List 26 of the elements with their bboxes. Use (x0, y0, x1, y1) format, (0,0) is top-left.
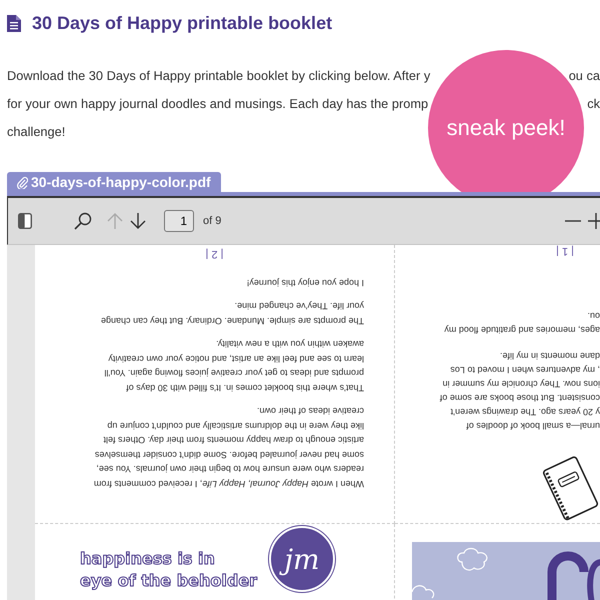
page-number: | 2 | (206, 248, 224, 260)
zoom-in-icon[interactable] (588, 213, 600, 229)
down-arrow-icon[interactable] (129, 212, 147, 230)
heading-link[interactable]: 30 Days of Happy printable booklet (32, 12, 332, 34)
page-number: | 1 | (556, 245, 574, 257)
cover-title-text: eye of the beholder (80, 570, 258, 592)
page-paragraph: urnal—a small book of doodles of y 20 years ago. The drawings weren’t consistent. But those books are some of ions now. They chronicle my summer in , my adventures when I moved to Los dane moments in my life. (438, 350, 600, 433)
page-number-field[interactable]: 1 (164, 210, 194, 232)
document-icon (7, 14, 21, 32)
cover-title-text: happiness is in (80, 548, 215, 570)
logo-badge: jm (269, 526, 335, 592)
intro-text: ck (587, 95, 600, 113)
page-paragraph: When I wrote Happy Journal, Happy Life, I received comments from readers who were unsure how to begin their own journals. You see, some had never journaled before. Some didn’t consider themselves artistic enough to draw happy moments from their day. Others felt like they were in the doldrums artistically and couldn’t conjure up creative ideas of their own. (92, 406, 364, 491)
intro-text: challenge! (7, 123, 66, 141)
page-count: of 9 (203, 215, 222, 227)
paperclip-icon (17, 176, 28, 188)
intro-text: for your own happy journal doodles and musings. Each day has the promp (7, 95, 428, 113)
page-paragraph: The prompts are simple. Mundane. Ordinary. But they can change your life. They’ve changed mine. (100, 300, 364, 328)
intro-text: Download the 30 Days of Happy printable booklet by clicking below. After y (7, 67, 430, 85)
search-icon[interactable] (74, 212, 92, 230)
attachment-filename: 30-days-of-happy-color.pdf (31, 174, 211, 190)
page-paragraph: That’s where this booklet comes in. It’s filled with 30 days of prompts and ideas to get your creative juices flowing again. You’ll learn to see and feel like an artist, and notice your own creativity awaken within you with a new vitality. (103, 338, 364, 395)
page-paragraph: ages, memories and gratitude flood my ou. (443, 310, 600, 337)
sidebar-toggle-icon[interactable] (18, 213, 32, 229)
intro-text: ou ca (568, 67, 600, 85)
page-paragraph: I hope you enjoy this journey! (246, 277, 364, 290)
